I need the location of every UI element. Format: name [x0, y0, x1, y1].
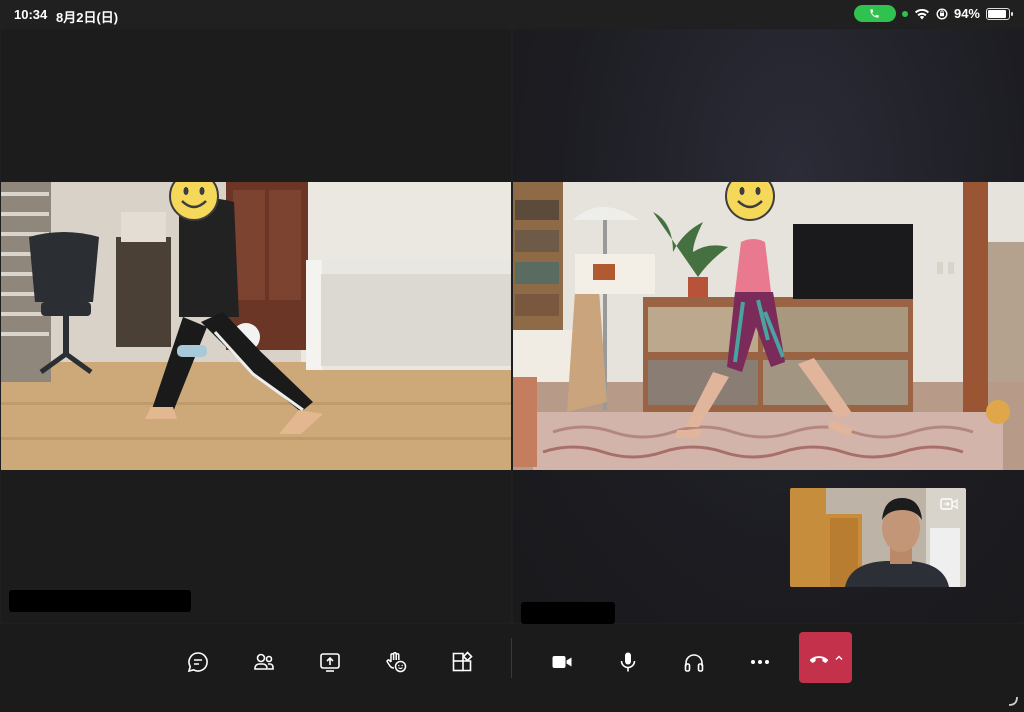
switch-camera-icon[interactable] [940, 496, 958, 512]
status-time: 10:34 [14, 7, 48, 22]
headphones-icon [684, 654, 704, 672]
participant-video-right [513, 182, 1024, 470]
battery-percent: 94% [953, 6, 980, 21]
raise-hand-button[interactable] [374, 640, 418, 684]
self-view-video[interactable] [790, 488, 966, 587]
battery-icon [986, 7, 1013, 20]
participant-name-left-redacted [9, 590, 191, 612]
people-icon [254, 653, 274, 670]
apps-button[interactable] [440, 640, 484, 684]
toolbar-divider [511, 638, 512, 678]
window-resize-handle-icon[interactable] [1006, 694, 1018, 706]
participant-name-right-redacted [521, 602, 615, 624]
microphone-icon [620, 652, 636, 672]
video-camera-icon [552, 656, 572, 668]
phone-icon [870, 9, 880, 18]
raise-hand-reaction-icon [386, 652, 407, 673]
apps-icon [452, 651, 473, 672]
people-button[interactable] [242, 640, 286, 684]
share-screen-icon [320, 653, 340, 672]
share-screen-button[interactable] [308, 640, 352, 684]
status-bar: 10:34 8月2日(日) 94% [0, 0, 1024, 28]
status-date: 8月2日(日) [56, 10, 119, 25]
camera-button[interactable] [540, 640, 584, 684]
more-options-button[interactable] [738, 640, 782, 684]
chevron-up-icon[interactable] [834, 653, 844, 663]
chat-bubble-icon [187, 652, 208, 673]
participant-video-left [1, 182, 511, 470]
chat-button[interactable] [176, 640, 220, 684]
microphone-button[interactable] [606, 640, 650, 684]
more-horizontal-icon [751, 660, 769, 664]
leave-call-button[interactable] [799, 632, 852, 683]
rotation-lock-icon [936, 7, 948, 20]
audio-device-button[interactable] [672, 640, 716, 684]
status-right-group: 94% [853, 5, 1013, 22]
meeting-toolbar [0, 624, 1024, 712]
smiley-face-icon [725, 182, 775, 221]
wifi-icon [914, 8, 929, 19]
smiley-face-icon [169, 182, 219, 221]
active-call-pill[interactable] [853, 5, 896, 22]
privacy-indicator-dot [901, 10, 908, 17]
hang-up-phone-icon [809, 655, 828, 663]
